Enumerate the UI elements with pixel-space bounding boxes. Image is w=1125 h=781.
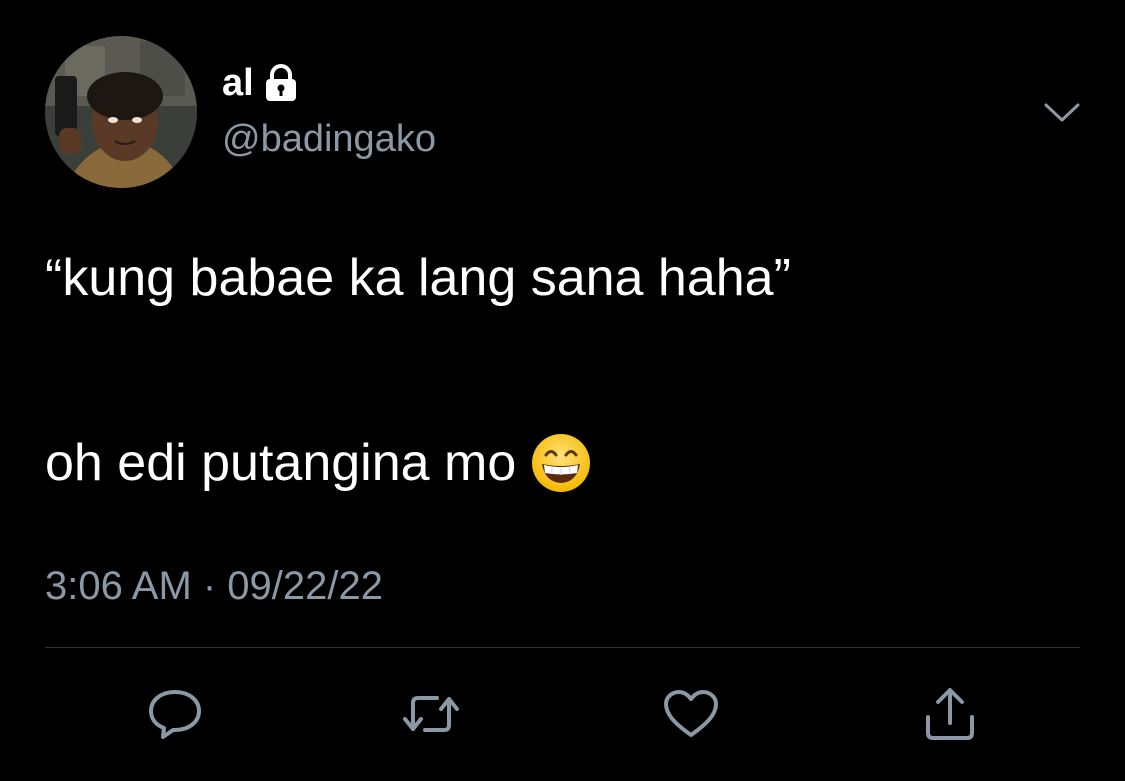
retweet-icon [403,696,459,732]
lock-icon [264,64,298,102]
display-name[interactable]: al [222,64,254,102]
retweet-button[interactable] [401,684,461,744]
divider [45,647,1080,648]
reply-button[interactable] [145,684,205,744]
tweet-card: al @badingako “kung babae ka lang sana h… [0,0,1125,781]
tweet-text-line-2: oh edi putangina mo [45,434,517,492]
avatar-image [45,36,197,188]
share-icon [926,688,974,740]
tweet-text-line-2-row: oh edi putangina mo [45,432,592,494]
display-name-row: al [222,64,298,102]
share-button[interactable] [920,684,980,744]
reply-icon [149,690,201,739]
grinning-emoji-icon [530,432,592,494]
avatar[interactable] [45,36,197,188]
tweet-text-line-1: “kung babae ka lang sana haha” [45,249,791,307]
user-handle[interactable]: @badingako [222,120,436,158]
heart-icon [664,690,718,737]
chevron-down-icon[interactable] [1042,100,1082,126]
tweet-timestamp[interactable]: 3:06 AM · 09/22/22 [45,566,383,606]
like-button[interactable] [661,684,721,744]
